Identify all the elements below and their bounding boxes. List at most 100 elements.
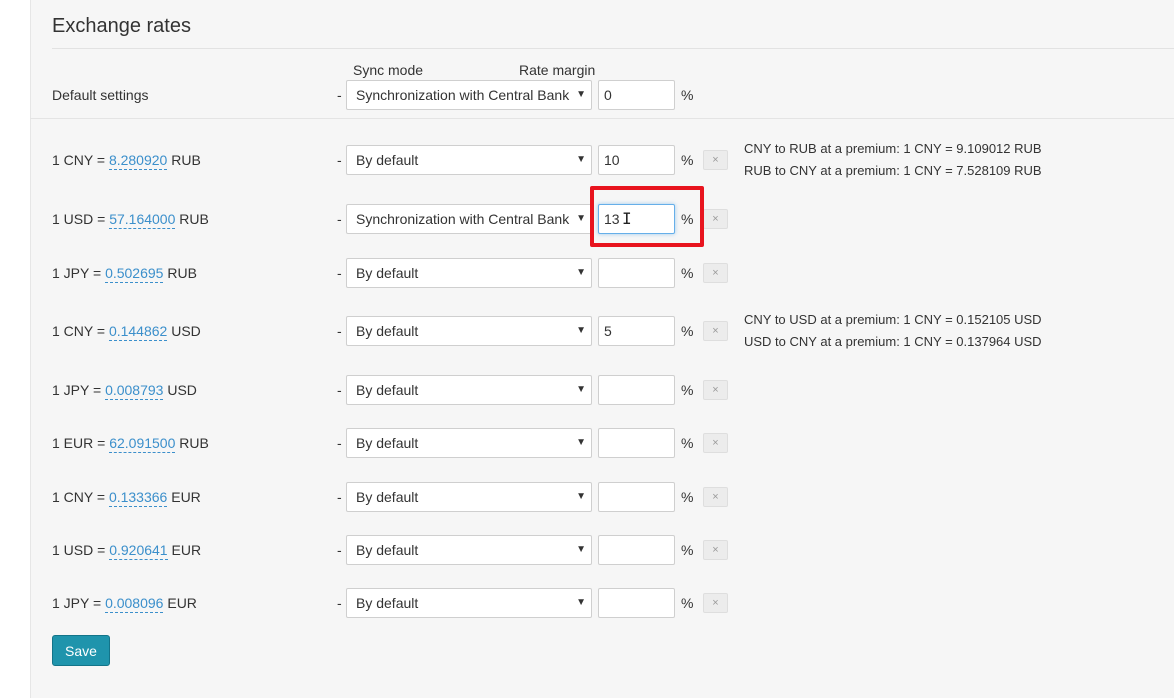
rate-margin-input[interactable] [598, 258, 675, 288]
clear-margin-button[interactable]: × [703, 540, 728, 560]
rate-value-link[interactable]: 0.008793 [105, 382, 164, 400]
chevron-down-icon: ▼ [572, 429, 586, 457]
premium-note: USD to CNY at a premium: 1 CNY = 0.13796… [744, 334, 1042, 349]
close-icon: × [712, 491, 719, 503]
sync-mode-select[interactable]: By default ▼ [346, 482, 592, 512]
clear-margin-button[interactable]: × [703, 263, 728, 283]
rate-row-eur-rub: 1 EUR = 62.091500 RUB - By default ▼ % × [0, 428, 1174, 460]
rate-row-cny-eur: 1 CNY = 0.133366 EUR - By default ▼ % × [0, 482, 1174, 514]
pair-suffix: RUB [163, 265, 197, 281]
currency-pair-label: 1 CNY = 0.133366 EUR [52, 489, 201, 507]
close-icon: × [712, 597, 719, 609]
sync-mode-select[interactable]: By default ▼ [346, 258, 592, 288]
close-icon: × [712, 384, 719, 396]
clear-margin-button[interactable]: × [703, 593, 728, 613]
page-title: Exchange rates [52, 15, 191, 37]
currency-pair-label: 1 JPY = 0.008096 EUR [52, 595, 197, 613]
currency-pair-label: 1 JPY = 0.008793 USD [52, 382, 197, 400]
rate-margin-input[interactable] [598, 482, 675, 512]
save-button[interactable]: Save [52, 635, 110, 666]
percent-sign: % [681, 435, 694, 451]
pair-prefix: 1 JPY = [52, 382, 106, 398]
percent-sign: % [681, 489, 694, 505]
clear-margin-button[interactable]: × [703, 321, 728, 341]
separator-dash: - [337, 435, 342, 451]
pair-prefix: 1 CNY = [52, 323, 109, 339]
rate-value-link[interactable]: 0.144862 [108, 323, 168, 341]
chevron-down-icon: ▼ [572, 483, 586, 511]
sync-mode-value: By default [356, 265, 419, 281]
chevron-down-icon: ▼ [572, 376, 586, 404]
separator-dash: - [337, 265, 342, 281]
percent-sign: % [681, 87, 694, 103]
section-divider [30, 118, 1174, 119]
sync-mode-select[interactable]: By default ▼ [346, 375, 592, 405]
percent-sign: % [681, 382, 694, 398]
sync-mode-value: By default [356, 152, 419, 168]
clear-margin-button[interactable]: × [703, 487, 728, 507]
chevron-down-icon: ▼ [572, 205, 586, 233]
title-divider [52, 48, 1174, 49]
clear-margin-button[interactable]: × [703, 150, 728, 170]
rate-row-jpy-eur: 1 JPY = 0.008096 EUR - By default ▼ % × [0, 588, 1174, 620]
sync-mode-value: By default [356, 435, 419, 451]
pair-prefix: 1 CNY = [52, 152, 109, 168]
rate-row-jpy-usd: 1 JPY = 0.008793 USD - By default ▼ % × [0, 375, 1174, 407]
rate-value-link[interactable]: 62.091500 [109, 435, 176, 453]
close-icon: × [712, 154, 719, 166]
pair-suffix: USD [167, 323, 201, 339]
rate-row-usd-rub: 1 USD = 57.164000 RUB - Synchronization … [0, 204, 1174, 236]
rate-margin-input[interactable] [598, 145, 675, 175]
sync-mode-value: Synchronization with Central Bank [356, 211, 570, 227]
sync-mode-header: Sync mode [353, 62, 424, 78]
separator-dash: - [337, 152, 342, 168]
pair-suffix: RUB [175, 435, 209, 451]
pair-prefix: 1 CNY = [52, 489, 109, 505]
close-icon: × [712, 544, 719, 556]
sync-mode-select[interactable]: Synchronization with Central Bank ▼ [346, 204, 592, 234]
chevron-down-icon: ▼ [572, 536, 586, 564]
clear-margin-button[interactable]: × [703, 433, 728, 453]
sync-mode-value: By default [356, 489, 419, 505]
default-margin-input[interactable] [598, 80, 675, 110]
sync-mode-select[interactable]: By default ▼ [346, 316, 592, 346]
rate-value-link[interactable]: 0.133366 [108, 489, 168, 507]
rate-margin-input[interactable] [598, 588, 675, 618]
pair-prefix: 1 EUR = [52, 435, 110, 451]
separator-dash: - [337, 382, 342, 398]
rate-value-link[interactable]: 0.502695 [105, 265, 164, 283]
clear-margin-button[interactable]: × [703, 209, 728, 229]
sync-mode-select[interactable]: By default ▼ [346, 588, 592, 618]
separator-dash: - [337, 211, 342, 227]
clear-margin-button[interactable]: × [703, 380, 728, 400]
rate-value-link[interactable]: 8.280920 [108, 152, 168, 170]
chevron-down-icon: ▼ [572, 81, 586, 109]
sync-mode-value: By default [356, 382, 419, 398]
currency-pair-label: 1 EUR = 62.091500 RUB [52, 435, 209, 453]
rate-margin-input[interactable] [598, 428, 675, 458]
default-sync-mode-select[interactable]: Synchronization with Central Bank ▼ [346, 80, 592, 110]
rate-margin-input[interactable] [598, 375, 675, 405]
sync-mode-select[interactable]: By default ▼ [346, 535, 592, 565]
premium-note: CNY to RUB at a premium: 1 CNY = 9.10901… [744, 141, 1042, 156]
pair-suffix: EUR [163, 595, 197, 611]
sync-mode-select[interactable]: By default ▼ [346, 145, 592, 175]
chevron-down-icon: ▼ [572, 317, 586, 345]
text-cursor-icon: I [622, 209, 632, 228]
currency-pair-label: 1 CNY = 8.280920 RUB [52, 152, 201, 170]
rate-value-link[interactable]: 0.920641 [109, 542, 168, 560]
rate-margin-input[interactable] [598, 535, 675, 565]
rate-margin-input[interactable] [598, 316, 675, 346]
pair-prefix: 1 USD = [52, 211, 110, 227]
rate-value-link[interactable]: 57.164000 [109, 211, 176, 229]
rate-value-link[interactable]: 0.008096 [105, 595, 164, 613]
percent-sign: % [681, 265, 694, 281]
default-settings-row: Default settings - Synchronization with … [0, 80, 1174, 112]
default-settings-label: Default settings [52, 87, 149, 103]
separator-dash: - [337, 542, 342, 558]
premium-note: CNY to USD at a premium: 1 CNY = 0.15210… [744, 312, 1042, 327]
pair-prefix: 1 USD = [52, 542, 110, 558]
chevron-down-icon: ▼ [572, 146, 586, 174]
sync-mode-select[interactable]: By default ▼ [346, 428, 592, 458]
pair-prefix: 1 JPY = [52, 595, 106, 611]
